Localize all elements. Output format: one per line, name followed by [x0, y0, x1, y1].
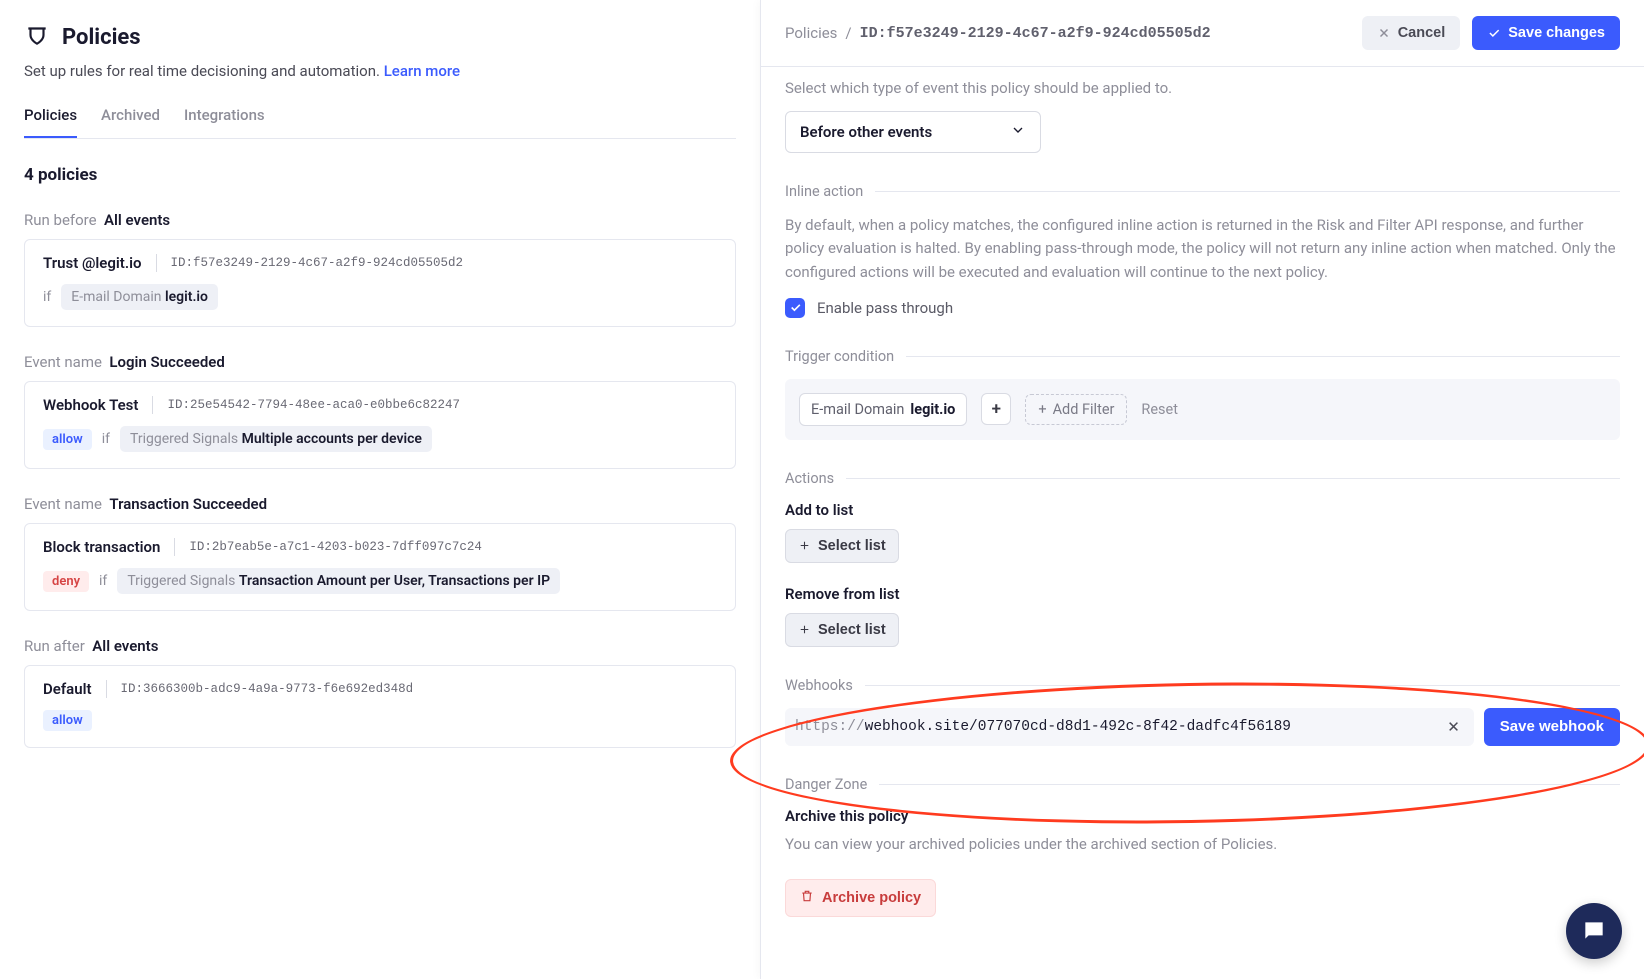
webhook-prefix: https://: [795, 719, 865, 735]
cancel-button[interactable]: Cancel: [1362, 16, 1461, 50]
group-label: Run after All events: [24, 637, 736, 655]
policy-name: Default: [43, 680, 92, 698]
archive-heading: Archive this policy: [785, 807, 1620, 825]
policy-name: Webhook Test: [43, 396, 138, 414]
group-label: Event name Login Succeeded: [24, 353, 736, 371]
policy-id: ID:3666300b-adc9-4a9a-9773-f6e692ed348d: [121, 682, 414, 696]
policy-card[interactable]: Block transaction ID:2b7eab5e-a7c1-4203-…: [24, 523, 736, 611]
if-label: if: [43, 289, 51, 305]
archive-policy-button[interactable]: Archive policy: [785, 879, 936, 917]
subtitle-text: Set up rules for real time decisioning a…: [24, 62, 380, 80]
event-type-select[interactable]: Before other events: [785, 111, 1041, 153]
policies-left-pane: Policies Set up rules for real time deci…: [0, 0, 760, 979]
save-changes-button[interactable]: Save changes: [1472, 16, 1620, 50]
policies-count: 4 policies: [24, 165, 736, 185]
page-subtitle: Set up rules for real time decisioning a…: [24, 62, 736, 80]
badge-deny: deny: [43, 571, 89, 592]
reset-button[interactable]: Reset: [1141, 401, 1178, 418]
event-type-value: Before other events: [800, 123, 932, 141]
policy-id: ID:2b7eab5e-a7c1-4203-b023-7dff097c7c24: [189, 540, 482, 554]
title-row: Policies: [24, 22, 736, 52]
tab-policies[interactable]: Policies: [24, 106, 77, 138]
check-icon: [1487, 26, 1501, 40]
pass-through-checkbox[interactable]: [785, 298, 805, 318]
tab-archived[interactable]: Archived: [101, 106, 160, 138]
policy-id: ID:f57e3249-2129-4c67-a2f9-924cd05505d2: [171, 256, 464, 270]
divider: [156, 254, 157, 272]
chat-launcher[interactable]: [1566, 903, 1622, 959]
close-icon: [1377, 26, 1391, 40]
tab-integrations[interactable]: Integrations: [184, 106, 265, 138]
badge-allow: allow: [43, 429, 92, 450]
policy-name: Block transaction: [43, 538, 160, 556]
condition-chip: Triggered Signals Transaction Amount per…: [117, 568, 560, 594]
drawer-header: Policies / ID:f57e3249-2129-4c67-a2f9-92…: [761, 0, 1644, 67]
plus-icon: +: [1038, 401, 1046, 418]
tabs: Policies Archived Integrations: [24, 106, 736, 139]
policy-id: ID:25e54542-7794-48ee-aca0-e0bbe6c82247: [167, 398, 460, 412]
page-title: Policies: [62, 25, 141, 50]
condition-chip: E-mail Domain legit.io: [61, 284, 218, 310]
policy-card[interactable]: Webhook Test ID:25e54542-7794-48ee-aca0-…: [24, 381, 736, 469]
webhook-input[interactable]: [865, 719, 1444, 735]
breadcrumb: Policies / ID:f57e3249-2129-4c67-a2f9-92…: [785, 24, 1211, 42]
badge-allow: allow: [43, 710, 92, 731]
remove-from-list-title: Remove from list: [785, 585, 1620, 603]
group-name: All events: [104, 211, 170, 229]
save-webhook-button[interactable]: Save webhook: [1484, 708, 1620, 746]
add-condition-button[interactable]: +: [981, 393, 1011, 425]
add-filter-button[interactable]: + Add Filter: [1025, 394, 1127, 425]
inline-action-desc: By default, when a policy matches, the c…: [785, 214, 1620, 284]
section-actions: Actions: [785, 470, 1620, 487]
trigger-area: E-mail Domain legit.io + + Add Filter Re…: [785, 379, 1620, 440]
webhook-input-wrap[interactable]: https:// ✕: [785, 708, 1474, 746]
event-description: Select which type of event this policy s…: [785, 79, 1620, 97]
policy-drawer: Policies / ID:f57e3249-2129-4c67-a2f9-92…: [760, 0, 1644, 979]
webhook-row: https:// ✕ Save webhook: [785, 708, 1620, 746]
section-inline-action: Inline action: [785, 183, 1620, 200]
trigger-chip[interactable]: E-mail Domain legit.io: [799, 393, 967, 426]
breadcrumb-id: ID:f57e3249-2129-4c67-a2f9-924cd05505d2: [860, 25, 1211, 42]
section-trigger: Trigger condition: [785, 348, 1620, 365]
policies-icon: [24, 22, 50, 52]
pass-through-label: Enable pass through: [817, 299, 953, 317]
breadcrumb-root[interactable]: Policies: [785, 24, 837, 42]
add-to-list-title: Add to list: [785, 501, 1620, 519]
policy-name: Trust @legit.io: [43, 254, 142, 272]
group-label: Run before All events: [24, 211, 736, 229]
policy-card[interactable]: Default ID:3666300b-adc9-4a9a-9773-f6e69…: [24, 665, 736, 748]
select-list-remove-button[interactable]: Select list: [785, 613, 899, 647]
learn-more-link[interactable]: Learn more: [384, 62, 460, 80]
drawer-body: Select which type of event this policy s…: [761, 67, 1644, 979]
section-danger: Danger Zone: [785, 776, 1620, 793]
chevron-down-icon: [1010, 122, 1026, 142]
policy-card[interactable]: Trust @legit.io ID:f57e3249-2129-4c67-a2…: [24, 239, 736, 327]
select-list-add-button[interactable]: Select list: [785, 529, 899, 563]
trash-icon: [800, 889, 814, 907]
section-webhooks: Webhooks: [785, 677, 1620, 694]
archive-desc: You can view your archived policies unde…: [785, 835, 1620, 853]
group-label: Event name Transaction Succeeded: [24, 495, 736, 513]
group-prefix: Run before: [24, 211, 97, 229]
clear-icon[interactable]: ✕: [1443, 718, 1464, 736]
condition-chip: Triggered Signals Multiple accounts per …: [120, 426, 432, 452]
